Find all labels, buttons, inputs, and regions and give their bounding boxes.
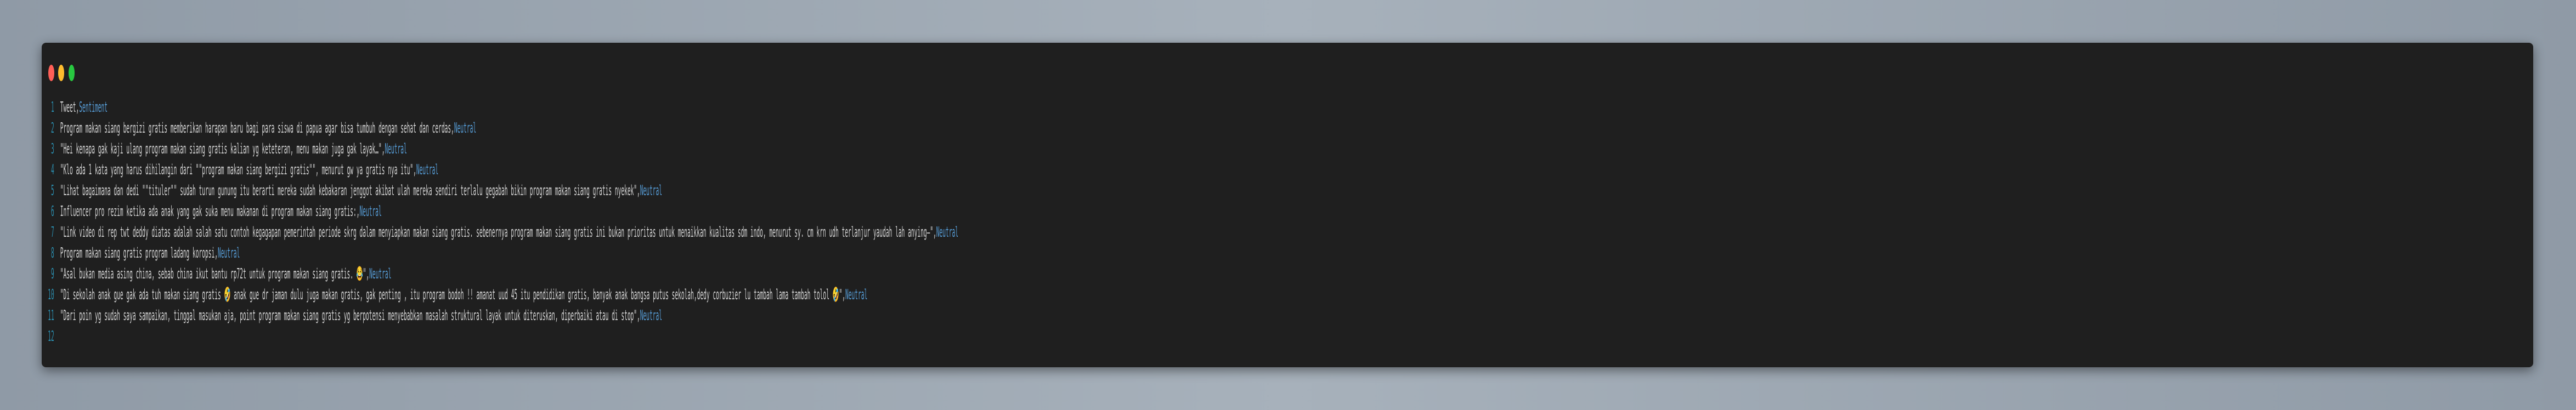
line-number: 5 xyxy=(51,183,54,199)
tweet-text: "Klo ada 1 kata yang harus dihilangin da… xyxy=(60,162,416,178)
tweet-text: Program makan siang gratis program ladan… xyxy=(60,245,218,261)
line-number: 8 xyxy=(51,245,54,261)
code-line: 4 "Klo ada 1 kata yang harus dihilangin d… xyxy=(42,160,958,180)
sentiment-label: Neutral xyxy=(218,245,240,261)
code-line: 6 Influencer pro rezim ketika ada anak ya… xyxy=(42,201,958,222)
code-line: 5 "Lihat bagaimana dan dedi ""tituler"" s… xyxy=(42,180,958,201)
code-line: 10 "Di sekolah anak gue gak ada tuh makan… xyxy=(42,284,958,305)
tweet-text: "Lihat bagaimana dan dedi ""tituler"" su… xyxy=(60,183,640,199)
code-line: 8 Program makan siang gratis program lada… xyxy=(42,243,958,264)
sentiment-label: Neutral xyxy=(936,224,959,241)
line-number: 3 xyxy=(51,141,54,157)
sentiment-label: Neutral xyxy=(845,287,868,303)
code-line: 11 "Dari poin yg sudah saya sampaikan, ti… xyxy=(42,305,958,326)
tweet-text: "Di sekolah anak gue gak ada tuh makan s… xyxy=(60,287,845,303)
line-number: 2 xyxy=(51,120,54,136)
minimize-button[interactable] xyxy=(58,65,64,81)
sentiment-label: Neutral xyxy=(640,183,663,199)
line-number: 11 xyxy=(48,308,54,324)
sentiment-label: Neutral xyxy=(640,308,663,324)
tweet-text: Program makan siang bergizi gratis membe… xyxy=(60,120,454,136)
sentiment-label: Neutral xyxy=(369,266,392,282)
sentiment-label: Neutral xyxy=(385,141,407,157)
code-line: 9 "Asal bukan media asing china, sebab ch… xyxy=(42,264,958,284)
tweet-text: Influencer pro rezim ketika ada anak yan… xyxy=(60,203,360,220)
code-line: 1 Tweet, Sentiment xyxy=(42,97,958,118)
sentiment-label: Sentiment xyxy=(79,99,108,116)
line-number: 6 xyxy=(51,203,54,220)
close-button[interactable] xyxy=(48,65,54,81)
code-line: 3 "Hei kenapa gak kaji ulang program maka… xyxy=(42,139,958,160)
code-line: 12 xyxy=(42,326,958,347)
sentiment-label: Neutral xyxy=(454,120,477,136)
tweet-text: "Link video di rep twt deddy diatas adal… xyxy=(60,224,936,241)
sentiment-label: Neutral xyxy=(359,203,382,220)
line-number: 12 xyxy=(48,328,54,345)
code-window: 1 Tweet, Sentiment 2 Program makan siang ber… xyxy=(42,43,2533,367)
tweet-text: "Asal bukan media asing china, sebab chi… xyxy=(60,266,370,282)
code-editor[interactable]: 1 Tweet, Sentiment 2 Program makan siang ber… xyxy=(42,97,958,347)
tweet-text: "Dari poin yg sudah saya sampaikan, ting… xyxy=(60,308,640,324)
code-line: 2 Program makan siang bergizi gratis memb… xyxy=(42,118,958,139)
line-number: 9 xyxy=(51,266,54,282)
sentiment-label: Neutral xyxy=(416,162,439,178)
line-number: 4 xyxy=(51,162,54,178)
code-line: 7 "Link video di rep twt deddy diatas ada… xyxy=(42,222,958,243)
tweet-text: Tweet, xyxy=(60,99,80,116)
line-number: 10 xyxy=(48,287,54,303)
maximize-button[interactable] xyxy=(69,65,75,81)
line-number: 1 xyxy=(51,99,54,116)
tweet-text: "Hei kenapa gak kaji ulang program makan… xyxy=(60,141,385,157)
line-number: 7 xyxy=(51,224,54,241)
